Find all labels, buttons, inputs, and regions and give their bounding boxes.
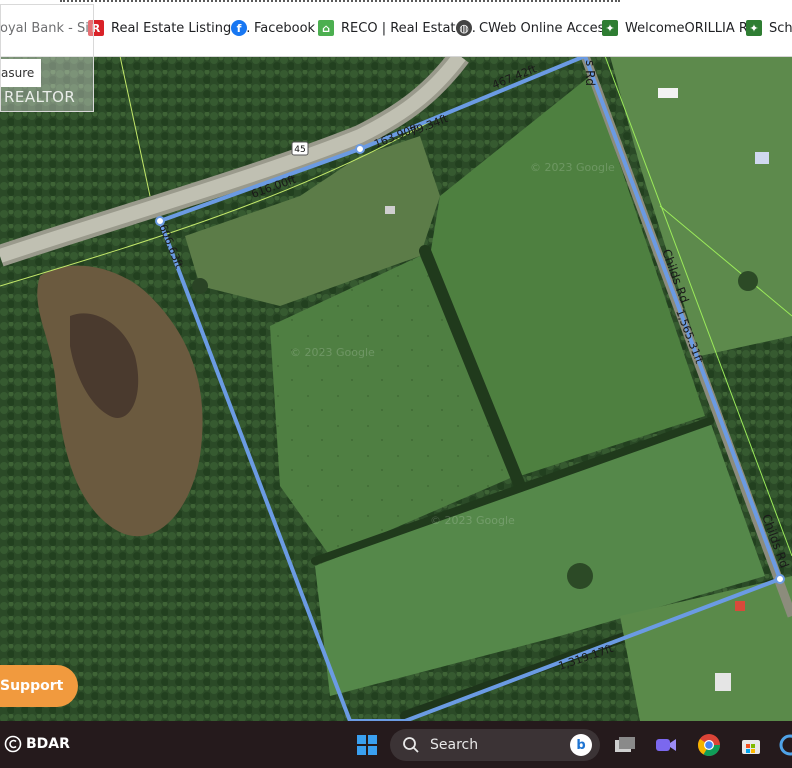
tree-1 (567, 563, 593, 589)
google-watermark-3: © 2023 Google (430, 514, 515, 527)
windows-start-icon[interactable] (354, 732, 380, 758)
meet-icon[interactable] (653, 732, 679, 758)
building-5 (385, 206, 395, 214)
copyright-c-icon (4, 735, 22, 753)
vertex-handle-1[interactable] (355, 144, 365, 154)
google-watermark-1: © 2023 Google (290, 346, 375, 359)
leaf-icon: ✦ (602, 20, 618, 36)
store-icon[interactable] (738, 732, 764, 758)
building-1 (658, 88, 678, 98)
bookmark-reco[interactable]: ⌂ RECO | Real Estate... (318, 18, 476, 38)
building-3 (735, 601, 745, 611)
task-view-icon[interactable] (612, 732, 638, 758)
bing-icon[interactable]: b (570, 734, 592, 756)
support-button[interactable]: Support (0, 665, 78, 707)
settings-icon[interactable] (776, 732, 792, 758)
globe-icon: ◍ (456, 20, 472, 36)
google-watermark-2: © 2023 Google (530, 161, 615, 174)
bookmark-cweb[interactable]: ◍ CWeb Online Acces... (456, 18, 617, 38)
chrome-icon[interactable] (696, 732, 722, 758)
bookmarks-bar: oyal Bank - Si... R Real Estate Listings… (0, 0, 792, 57)
cropped-tab-strip (60, 0, 620, 6)
windows-taskbar: BDAR Search b (0, 721, 792, 768)
road-label-top: s Rd (583, 60, 597, 86)
bookmark-welcome-orillia[interactable]: ✦ WelcomeORILLIA R... (602, 18, 760, 38)
bdar-brand: BDAR (4, 735, 70, 753)
building-4 (715, 673, 731, 691)
bookmark-facebook[interactable]: f Facebook (231, 18, 315, 38)
search-placeholder: Search (430, 737, 479, 753)
vertex-handle-3[interactable] (775, 574, 785, 584)
leaf-icon: ✦ (746, 20, 762, 36)
taskbar-search-box[interactable]: Search b (390, 729, 600, 761)
tree-2 (738, 271, 758, 291)
pond (192, 278, 208, 294)
measure-tool[interactable]: asure (1, 59, 41, 87)
realtor-watermark: REALTOR (4, 88, 76, 106)
search-icon (403, 737, 419, 753)
house-icon: ⌂ (318, 20, 334, 36)
bookmark-real-estate-listings[interactable]: R Real Estate Listings... (88, 18, 250, 38)
satellite-map[interactable]: 45 s Rd Childs Rd Childs Rd 467.42ft 163… (0, 56, 792, 721)
map-canvas[interactable]: 45 s Rd Childs Rd Childs Rd 467.42ft 163… (0, 56, 792, 721)
facebook-icon: f (231, 20, 247, 36)
bookmark-sche[interactable]: ✦ Sche (746, 18, 792, 38)
highway-shield-label: 45 (294, 145, 305, 155)
building-2 (755, 152, 769, 164)
